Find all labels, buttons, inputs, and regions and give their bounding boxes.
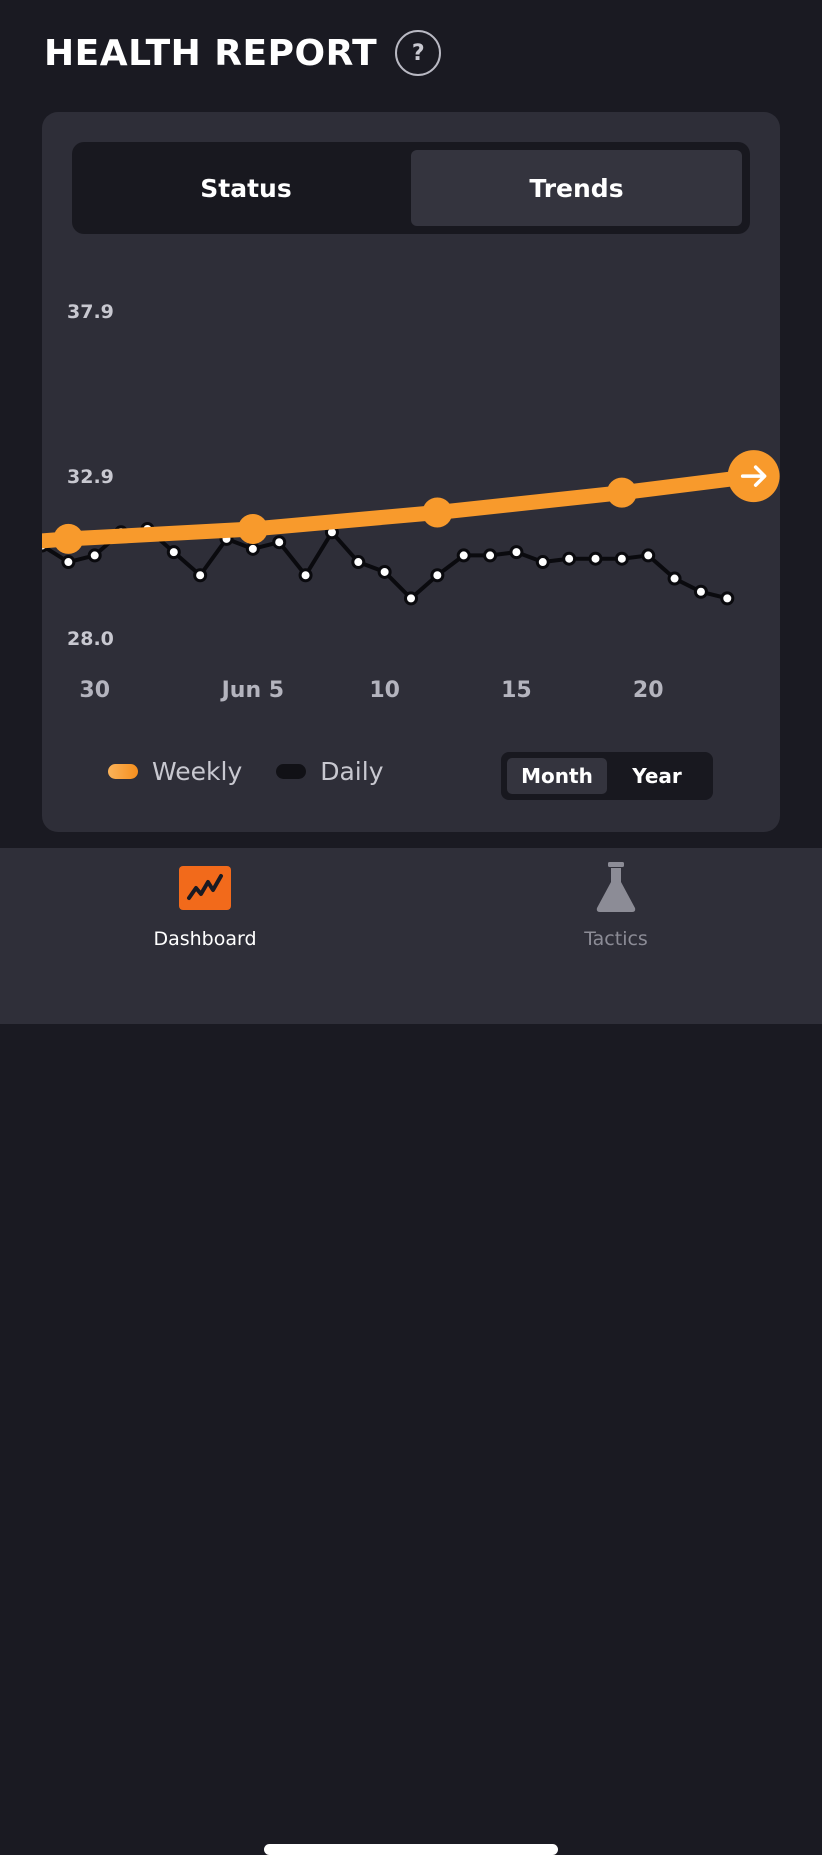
- weekly-data-point: [422, 497, 453, 528]
- tab-tactics[interactable]: Tactics: [516, 862, 716, 950]
- weekly-series-line: [42, 468, 762, 549]
- daily-data-point: [404, 591, 418, 606]
- header: HEALTH REPORT ?: [44, 26, 442, 80]
- page-title: HEALTH REPORT: [44, 32, 378, 74]
- trends-card: Status Trends 37.9 32.9 28.0 30 Jun 5 10 15 20 …: [42, 112, 780, 832]
- legend-item-daily: Daily: [276, 757, 384, 786]
- x-tick-label: 20: [633, 678, 664, 703]
- legend-label-weekly: Weekly: [152, 757, 243, 786]
- range-year-button[interactable]: Year: [607, 758, 707, 794]
- weekly-data-point: [237, 514, 268, 544]
- range-toggle: Month Year: [501, 752, 713, 800]
- x-tick-label: 10: [369, 678, 400, 703]
- daily-data-point: [614, 551, 629, 566]
- weekly-data-point: [53, 523, 84, 554]
- daily-data-point: [351, 555, 366, 570]
- daily-data-point: [377, 564, 392, 579]
- dashboard-chart-icon: [178, 862, 232, 914]
- legend-label-daily: Daily: [320, 757, 384, 786]
- daily-data-point: [193, 568, 208, 583]
- x-tick-label: Jun 5: [220, 678, 284, 703]
- daily-swatch: [276, 764, 307, 779]
- home-indicator: [264, 1844, 558, 1855]
- legend-item-weekly: Weekly: [108, 757, 242, 786]
- bottom-tab-bar: Dashboard Tactics: [0, 848, 822, 1855]
- daily-data-point: [245, 541, 260, 556]
- trend-chart: 37.9 32.9 28.0 30 Jun 5 10 15 20: [42, 301, 780, 703]
- daily-data-point: [298, 568, 313, 583]
- daily-data-point: [562, 551, 577, 566]
- daily-data-point: [641, 548, 656, 563]
- daily-data-point: [720, 591, 735, 606]
- y-tick-label: 32.9: [67, 466, 114, 488]
- y-tick-label: 28.0: [67, 628, 114, 650]
- range-month-button[interactable]: Month: [507, 758, 607, 794]
- daily-data-point: [693, 584, 708, 599]
- daily-data-point: [61, 555, 76, 570]
- daily-data-point: [272, 535, 287, 550]
- daily-data-point: [166, 545, 181, 560]
- weekly-swatch: [108, 764, 138, 779]
- x-tick-label: 30: [79, 678, 110, 703]
- daily-data-point: [483, 548, 498, 563]
- question-mark-icon: ?: [411, 40, 425, 66]
- daily-data-point: [667, 571, 682, 586]
- daily-data-point: [456, 548, 471, 563]
- flask-icon: [589, 862, 643, 914]
- daily-data-point: [430, 568, 445, 583]
- x-tick-label: 15: [501, 678, 532, 703]
- daily-data-point: [509, 545, 524, 560]
- tab-dashboard-label: Dashboard: [153, 928, 257, 950]
- daily-data-point: [87, 548, 102, 563]
- weekly-data-point: [606, 477, 637, 508]
- daily-data-point: [535, 555, 550, 570]
- tab-dashboard[interactable]: Dashboard: [105, 862, 305, 950]
- tab-tactics-label: Tactics: [584, 928, 648, 950]
- help-button[interactable]: ?: [395, 30, 442, 76]
- chart-legend: Weekly Daily: [108, 757, 418, 786]
- daily-data-point: [588, 551, 603, 566]
- y-tick-label: 37.9: [67, 301, 114, 323]
